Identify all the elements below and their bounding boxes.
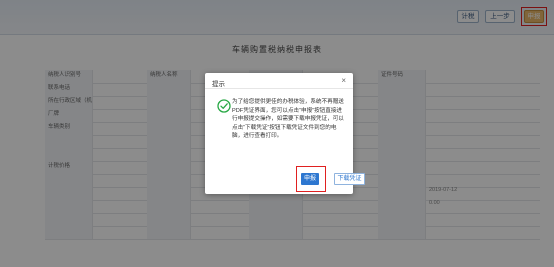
notice-dialog: 提示 × 为了给您提供更佳的办税体验，系统不再赠送PDF凭证界面，您可以点击“申…	[205, 73, 365, 194]
close-icon[interactable]: ×	[341, 76, 346, 85]
highlight-box-confirm	[296, 166, 326, 192]
download-certificate-button[interactable]: 下载凭证	[334, 173, 365, 185]
success-check-icon	[217, 99, 231, 113]
dialog-divider	[205, 88, 353, 89]
dialog-title: 提示	[212, 81, 225, 88]
dialog-message: 为了给您提供更佳的办税体验，系统不再赠送PDF凭证界面，您可以点击“申报”按钮直…	[232, 99, 344, 140]
